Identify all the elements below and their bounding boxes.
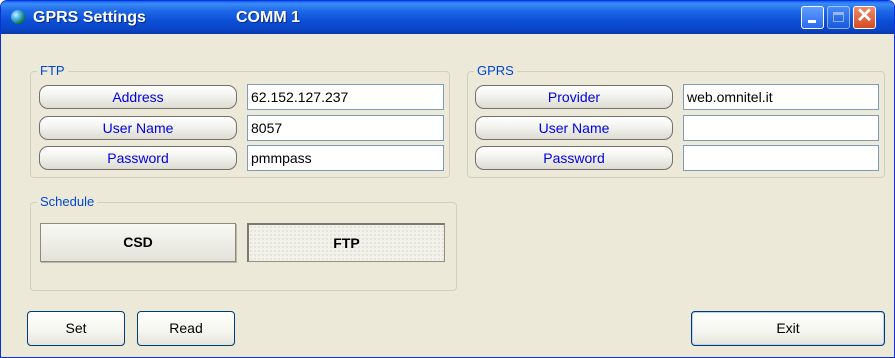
minimize-icon (808, 20, 816, 23)
ftp-password-field[interactable]: pmmpass (247, 145, 444, 171)
read-button[interactable]: Read (137, 311, 235, 346)
maximize-button[interactable] (827, 6, 850, 29)
maximize-icon (833, 12, 844, 22)
minimize-button[interactable] (801, 6, 824, 29)
ftp-address-field[interactable]: 62.152.127.237 (247, 84, 444, 110)
close-button[interactable]: ✕ (853, 5, 876, 29)
gprs-settings-window: GPRS Settings COMM 1 ✕ FTP Address 62.15… (0, 0, 895, 358)
ftp-username-field[interactable]: 8057 (247, 115, 444, 141)
gprs-provider-field[interactable]: web.omnitel.it (683, 84, 879, 110)
ftp-username-label[interactable]: User Name (39, 116, 237, 140)
ftp-toggle-button[interactable]: FTP (247, 223, 445, 262)
gprs-legend: GPRS (474, 63, 517, 79)
ftp-password-label[interactable]: Password (39, 146, 237, 170)
csd-toggle-button[interactable]: CSD (40, 223, 236, 262)
gprs-username-label[interactable]: User Name (475, 116, 673, 140)
ftp-legend: FTP (37, 63, 68, 79)
gprs-username-field[interactable] (683, 115, 879, 141)
gprs-password-field[interactable] (683, 145, 879, 171)
gprs-password-label[interactable]: Password (475, 146, 673, 170)
close-icon: ✕ (856, 5, 873, 27)
window-subtitle: COMM 1 (236, 9, 300, 26)
schedule-legend: Schedule (37, 194, 98, 210)
set-button[interactable]: Set (27, 311, 125, 346)
gprs-provider-label[interactable]: Provider (475, 85, 673, 109)
exit-button[interactable]: Exit (691, 311, 885, 346)
ftp-address-label[interactable]: Address (39, 85, 237, 109)
window-title: GPRS Settings (33, 9, 146, 26)
title-bar[interactable]: GPRS Settings COMM 1 ✕ (1, 1, 894, 34)
globe-icon (11, 10, 25, 24)
